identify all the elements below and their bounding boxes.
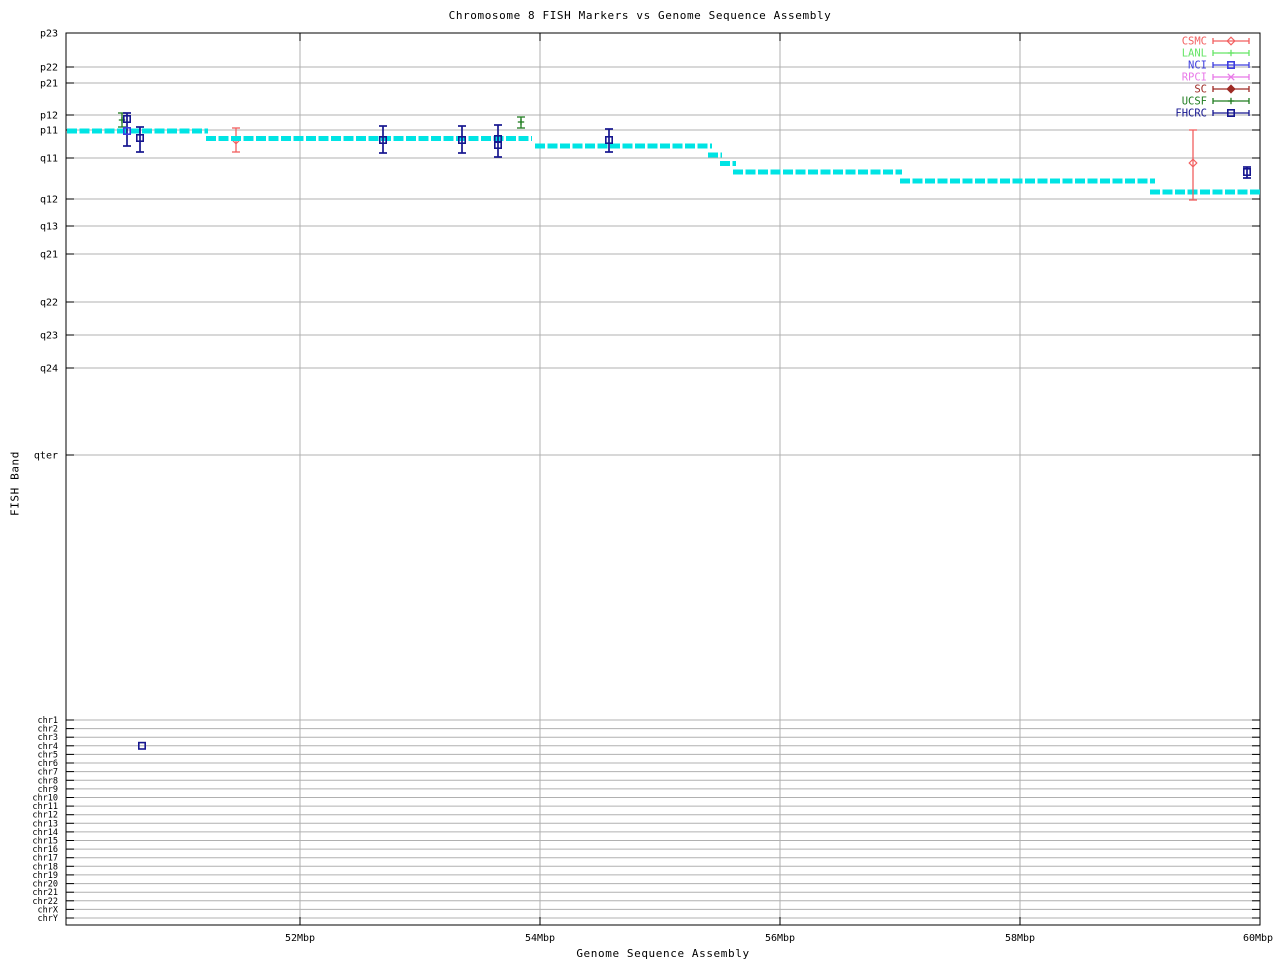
x-axis-label: Genome Sequence Assembly — [576, 947, 750, 960]
y-tick-label: p21 — [40, 79, 58, 90]
legend-marker-sc — [1226, 84, 1236, 94]
y-tick-label: q11 — [40, 154, 58, 165]
legend-label-nci: NCI — [1188, 60, 1207, 72]
y-tick-label: p12 — [40, 111, 58, 122]
y-tick-label: q22 — [40, 298, 58, 309]
x-tick-label: 52Mbp — [285, 933, 315, 944]
y-tick-label: q12 — [40, 195, 58, 206]
legend-label-csmc: CSMC — [1182, 36, 1207, 48]
fhcrc-marker — [123, 115, 132, 124]
chr-tick-label: chrY — [38, 914, 58, 924]
legend-label-ucsf: UCSF — [1182, 96, 1207, 108]
y-tick-label: p23 — [40, 29, 58, 40]
y-tick-label: p22 — [40, 63, 58, 74]
legend-label-rpci: RPCI — [1182, 72, 1207, 84]
fhcrc-marker — [138, 741, 147, 750]
y-tick-label: qter — [34, 451, 58, 462]
y-tick-label: q24 — [40, 364, 58, 375]
legend-label-fhcrc: FHCRC — [1175, 108, 1207, 120]
fhcrc-marker — [604, 136, 613, 145]
legend-label-lanl: LANL — [1182, 48, 1207, 60]
legend-marker-nci — [1227, 60, 1236, 69]
fhcrc-marker — [1243, 168, 1252, 177]
plot-border — [65, 32, 1261, 926]
x-tick-label: 60Mbp — [1243, 933, 1273, 944]
fhcrc-marker — [457, 136, 466, 145]
x-tick-label: 56Mbp — [765, 933, 795, 944]
y-tick-label: q21 — [40, 250, 58, 261]
plot-svg: p23 p22 p21 p12 p11 q11 q12 q13 q21 q22 q23 q24 qter… — [32, 29, 1273, 945]
chart: Chromosome 8 FISH Markers vs Genome Sequ… — [0, 0, 1280, 960]
nci-marker — [123, 127, 132, 136]
y-tick-label: q23 — [40, 331, 58, 342]
y-tick-label: p11 — [40, 126, 58, 137]
legend-label-sc: SC — [1194, 84, 1207, 96]
fhcrc-marker — [378, 136, 387, 145]
fhcrc-marker — [136, 134, 145, 143]
y-tick-label: q13 — [40, 222, 58, 233]
fhcrc-marker — [493, 141, 502, 150]
x-tick-label: 58Mbp — [1005, 933, 1035, 944]
x-tick-label: 54Mbp — [525, 933, 555, 944]
legend-marker-fhcrc — [1227, 109, 1236, 118]
